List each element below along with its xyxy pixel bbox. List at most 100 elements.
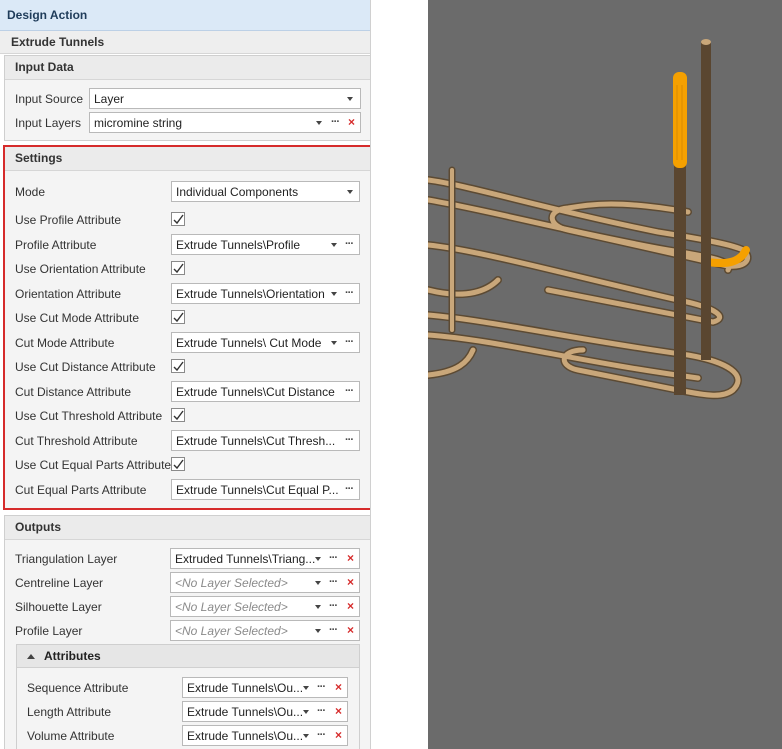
clear-icon[interactable]: × bbox=[335, 679, 342, 696]
triangulation-value: Extruded Tunnels\Triang... bbox=[175, 552, 316, 566]
clear-icon[interactable]: × bbox=[347, 598, 354, 615]
mode-label: Mode bbox=[15, 185, 46, 199]
chevron-down-icon[interactable] bbox=[303, 710, 309, 714]
use-orientation-checkbox[interactable] bbox=[171, 261, 185, 275]
chevron-down-icon[interactable] bbox=[315, 629, 321, 633]
more-icon[interactable]: ··· bbox=[331, 114, 340, 130]
chevron-down-icon[interactable] bbox=[331, 243, 337, 247]
centreline-label: Centreline Layer bbox=[15, 576, 104, 590]
chevron-down-icon[interactable] bbox=[303, 686, 309, 690]
cut-threshold-attr-label: Cut Threshold Attribute bbox=[15, 434, 138, 448]
more-icon[interactable]: ··· bbox=[345, 334, 354, 350]
clear-icon[interactable]: × bbox=[347, 622, 354, 639]
input-layers-dropdown[interactable]: micromine string ··· × bbox=[89, 112, 361, 133]
silhouette-row: Silhouette Layer <No Layer Selected> ···… bbox=[5, 596, 370, 618]
sequence-attr-row: Sequence Attribute Extrude Tunnels\Ou...… bbox=[17, 677, 359, 699]
length-attr-dropdown[interactable]: Extrude Tunnels\Ou... ··· × bbox=[182, 701, 348, 722]
profile-layer-value: <No Layer Selected> bbox=[175, 624, 288, 638]
use-cut-mode-label: Use Cut Mode Attribute bbox=[15, 311, 140, 325]
clear-icon[interactable]: × bbox=[347, 550, 354, 567]
profile-layer-label: Profile Layer bbox=[15, 624, 83, 638]
centreline-value: <No Layer Selected> bbox=[175, 576, 288, 590]
cut-mode-attr-dropdown[interactable]: Extrude Tunnels\ Cut Mode ··· bbox=[171, 332, 360, 353]
clear-icon[interactable]: × bbox=[348, 114, 355, 131]
more-icon[interactable]: ··· bbox=[329, 550, 338, 566]
use-cut-threshold-checkbox[interactable] bbox=[171, 408, 185, 422]
use-orientation-row: Use Orientation Attribute bbox=[5, 258, 370, 280]
use-cut-equal-checkbox[interactable] bbox=[171, 457, 185, 471]
more-icon[interactable]: ··· bbox=[317, 727, 326, 743]
collapse-caret-icon[interactable] bbox=[27, 654, 35, 659]
length-attr-value: Extrude Tunnels\Ou... bbox=[187, 705, 304, 719]
orientation-attr-dropdown[interactable]: Extrude Tunnels\Orientation ··· bbox=[171, 283, 360, 304]
more-icon[interactable]: ··· bbox=[317, 703, 326, 719]
use-profile-label: Use Profile Attribute bbox=[15, 213, 122, 227]
cut-distance-attr-label: Cut Distance Attribute bbox=[15, 385, 132, 399]
input-source-label: Input Source bbox=[15, 92, 84, 106]
use-profile-checkbox[interactable] bbox=[171, 212, 185, 226]
orientation-attr-label: Orientation Attribute bbox=[15, 287, 122, 301]
clear-icon[interactable]: × bbox=[335, 703, 342, 720]
outputs-header[interactable]: Outputs bbox=[5, 516, 370, 540]
sequence-attr-label: Sequence Attribute bbox=[27, 681, 129, 695]
more-icon[interactable]: ··· bbox=[329, 574, 338, 590]
volume-attr-label: Volume Attribute bbox=[27, 729, 115, 743]
chevron-down-icon[interactable] bbox=[315, 581, 321, 585]
chevron-down-icon[interactable] bbox=[315, 557, 321, 561]
silhouette-label: Silhouette Layer bbox=[15, 600, 102, 614]
cut-mode-attr-row: Cut Mode Attribute Extrude Tunnels\ Cut … bbox=[5, 332, 370, 354]
checkmark-icon bbox=[173, 410, 184, 421]
mode-value: Individual Components bbox=[176, 185, 299, 199]
chevron-down-icon[interactable] bbox=[331, 292, 337, 296]
cut-threshold-attr-dropdown[interactable]: Extrude Tunnels\Cut Thresh... ··· bbox=[171, 430, 360, 451]
more-icon[interactable]: ··· bbox=[329, 622, 338, 638]
input-source-row: Input Source Layer bbox=[5, 88, 370, 110]
3d-viewport[interactable] bbox=[428, 0, 782, 749]
outputs-group: Outputs Triangulation Layer Extruded Tun… bbox=[4, 515, 370, 749]
clear-icon[interactable]: × bbox=[335, 727, 342, 744]
triangulation-dropdown[interactable]: Extruded Tunnels\Triang... ··· × bbox=[170, 548, 360, 569]
settings-group: Settings Mode Individual Components Use … bbox=[3, 145, 370, 510]
more-icon[interactable]: ··· bbox=[345, 481, 354, 497]
more-icon[interactable]: ··· bbox=[345, 285, 354, 301]
profile-layer-dropdown[interactable]: <No Layer Selected> ··· × bbox=[170, 620, 360, 641]
sequence-attr-dropdown[interactable]: Extrude Tunnels\Ou... ··· × bbox=[182, 677, 348, 698]
triangulation-row: Triangulation Layer Extruded Tunnels\Tri… bbox=[5, 548, 370, 570]
use-cut-mode-checkbox[interactable] bbox=[171, 310, 185, 324]
attributes-header[interactable]: Attributes bbox=[17, 645, 359, 668]
sequence-attr-value: Extrude Tunnels\Ou... bbox=[187, 681, 304, 695]
length-attr-label: Length Attribute bbox=[27, 705, 112, 719]
profile-attr-dropdown[interactable]: Extrude Tunnels\Profile ··· bbox=[171, 234, 360, 255]
chevron-down-icon[interactable] bbox=[347, 97, 353, 101]
cut-mode-attr-value: Extrude Tunnels\ Cut Mode bbox=[176, 336, 322, 350]
use-cut-threshold-row: Use Cut Threshold Attribute bbox=[5, 405, 370, 427]
use-cut-distance-label: Use Cut Distance Attribute bbox=[15, 360, 156, 374]
mode-dropdown[interactable]: Individual Components bbox=[171, 181, 360, 202]
use-cut-distance-checkbox[interactable] bbox=[171, 359, 185, 373]
more-icon[interactable]: ··· bbox=[345, 432, 354, 448]
more-icon[interactable]: ··· bbox=[345, 236, 354, 252]
settings-header[interactable]: Settings bbox=[5, 147, 370, 171]
volume-attr-dropdown[interactable]: Extrude Tunnels\Ou... ··· × bbox=[182, 725, 348, 746]
silhouette-dropdown[interactable]: <No Layer Selected> ··· × bbox=[170, 596, 360, 617]
more-icon[interactable]: ··· bbox=[329, 598, 338, 614]
cut-equal-attr-dropdown[interactable]: Extrude Tunnels\Cut Equal P... ··· bbox=[171, 479, 360, 500]
chevron-down-icon[interactable] bbox=[315, 605, 321, 609]
input-source-dropdown[interactable]: Layer bbox=[89, 88, 361, 109]
orientation-attr-value: Extrude Tunnels\Orientation bbox=[176, 287, 325, 301]
centreline-dropdown[interactable]: <No Layer Selected> ··· × bbox=[170, 572, 360, 593]
input-layers-label: Input Layers bbox=[15, 116, 82, 130]
use-profile-row: Use Profile Attribute bbox=[5, 209, 370, 231]
more-icon[interactable]: ··· bbox=[317, 679, 326, 695]
chevron-down-icon[interactable] bbox=[316, 121, 322, 125]
clear-icon[interactable]: × bbox=[347, 574, 354, 591]
input-data-header[interactable]: Input Data bbox=[5, 56, 370, 80]
cut-distance-attr-dropdown[interactable]: Extrude Tunnels\Cut Distance ··· bbox=[171, 381, 360, 402]
more-icon[interactable]: ··· bbox=[345, 383, 354, 399]
chevron-down-icon[interactable] bbox=[303, 734, 309, 738]
action-name: Extrude Tunnels bbox=[0, 31, 370, 54]
chevron-down-icon[interactable] bbox=[347, 190, 353, 194]
orientation-attr-row: Orientation Attribute Extrude Tunnels\Or… bbox=[5, 283, 370, 305]
chevron-down-icon[interactable] bbox=[331, 341, 337, 345]
centreline-row: Centreline Layer <No Layer Selected> ···… bbox=[5, 572, 370, 594]
